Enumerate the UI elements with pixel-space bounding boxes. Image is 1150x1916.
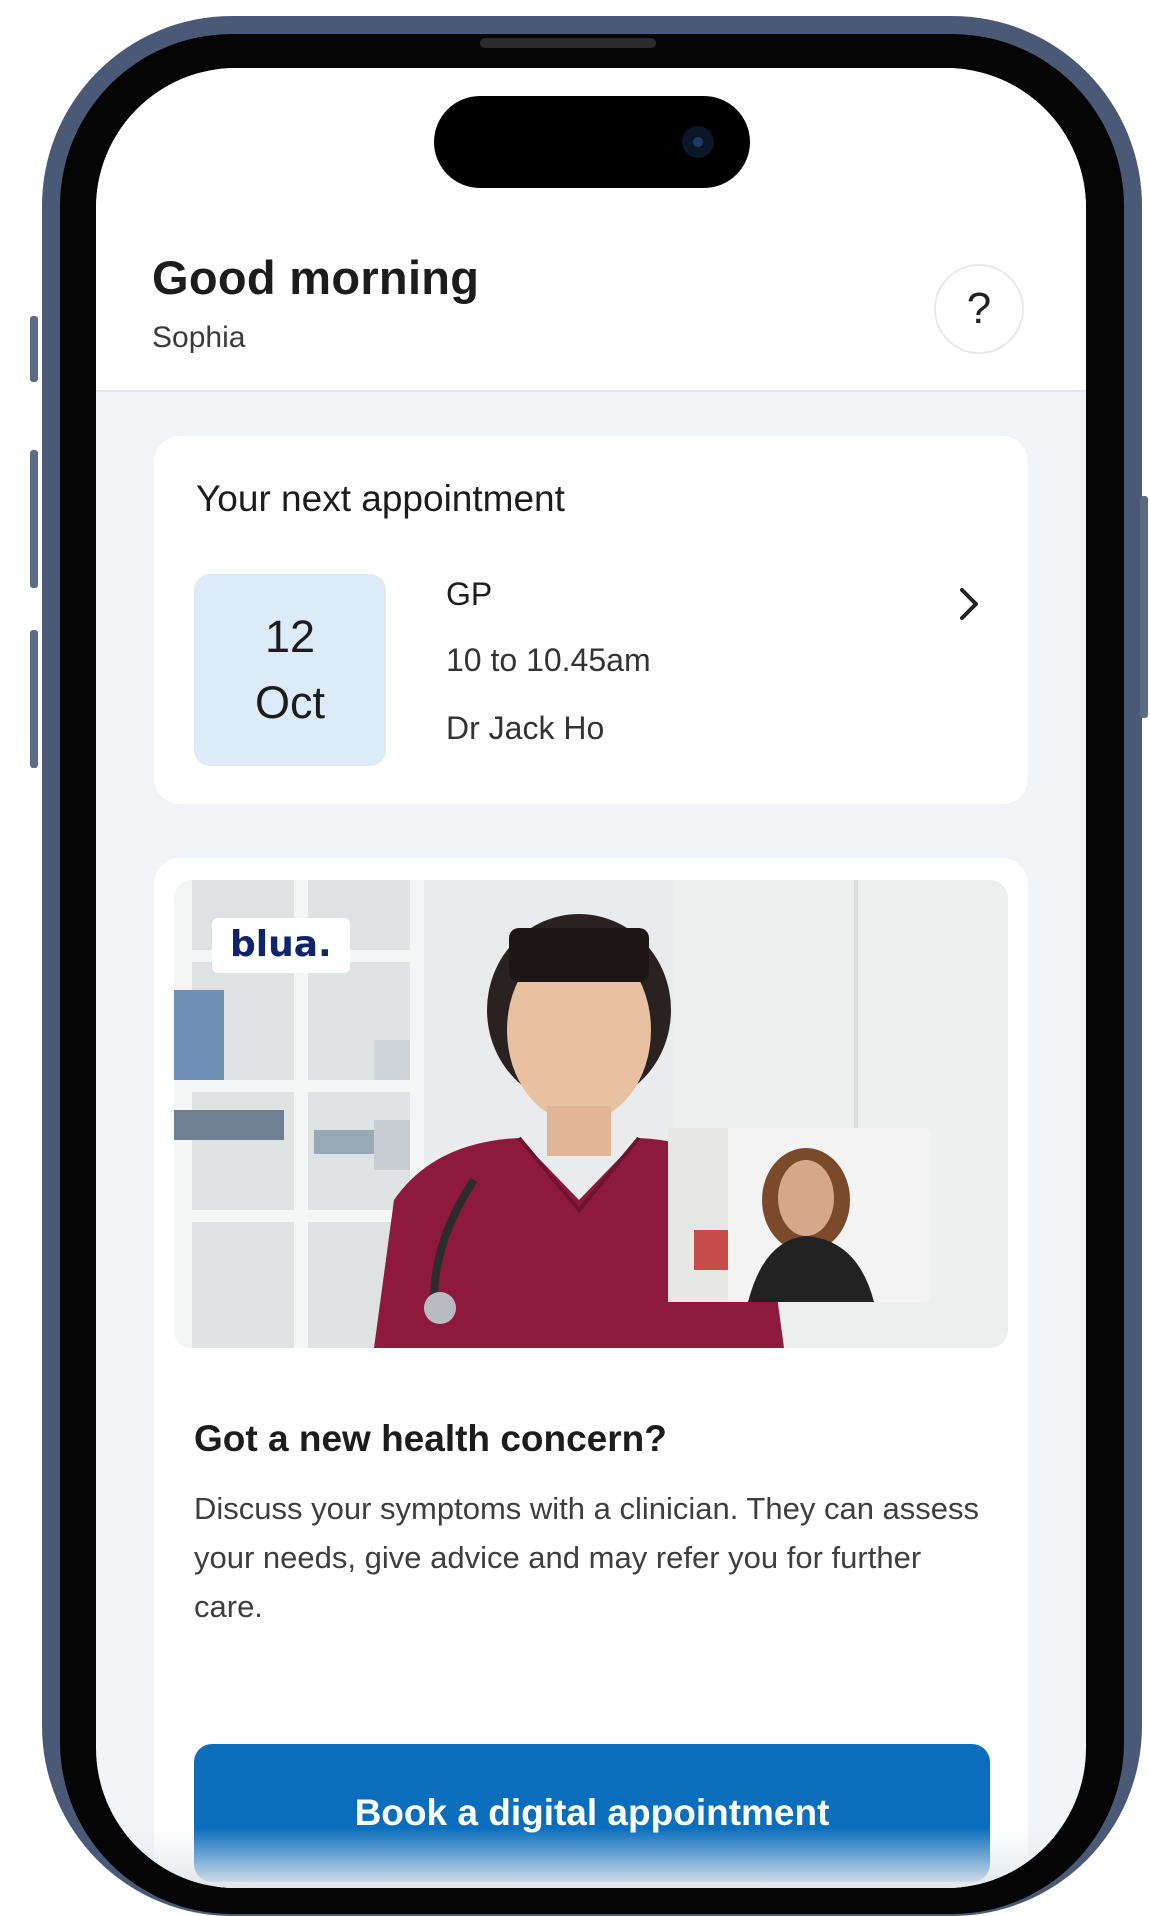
appointment-heading: Your next appointment bbox=[196, 478, 565, 519]
camera-icon bbox=[682, 126, 714, 158]
volume-up-button bbox=[30, 450, 38, 588]
question-mark-icon: ? bbox=[966, 284, 992, 333]
chevron-right-icon[interactable] bbox=[954, 584, 984, 624]
user-name: Sophia bbox=[152, 321, 246, 354]
appointment-type: GP bbox=[446, 576, 493, 612]
greeting-title: Good morning bbox=[152, 251, 480, 304]
video-consultation-image: blua. bbox=[174, 880, 1008, 1348]
app-screen: Good morning Sophia ? Your next appointm… bbox=[96, 68, 1086, 1888]
power-button bbox=[1140, 496, 1148, 718]
volume-down-button bbox=[30, 630, 38, 768]
health-concern-title: Got a new health concern? bbox=[194, 1418, 667, 1459]
appointment-time: 10 to 10.45am bbox=[446, 642, 651, 678]
appointment-doctor: Dr Jack Ho bbox=[446, 710, 605, 746]
brand-logo: blua. bbox=[212, 918, 350, 973]
health-concern-description: Discuss your symptoms with a clinician. … bbox=[194, 1491, 980, 1624]
appointment-day: 12 bbox=[264, 611, 316, 662]
help-button[interactable]: ? bbox=[934, 264, 1024, 354]
next-appointment-card[interactable]: Your next appointment 12 Oct GP 10 to 10… bbox=[154, 436, 1028, 804]
appointment-month: Oct bbox=[254, 677, 325, 728]
appointment-date-box: 12 Oct bbox=[194, 574, 386, 766]
health-concern-card: blua. Got a new health concern? Discuss … bbox=[154, 858, 1028, 1888]
speaker-slit bbox=[480, 38, 656, 48]
dynamic-island bbox=[434, 96, 750, 188]
mute-switch bbox=[30, 316, 38, 382]
bottom-fade bbox=[96, 1828, 1086, 1888]
